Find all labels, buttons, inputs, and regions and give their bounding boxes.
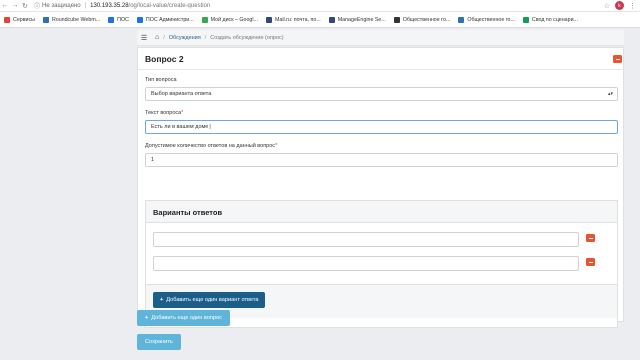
- bookmark-item[interactable]: Mail.ru: почта, по...: [265, 16, 321, 23]
- bookmark-favicon-icon: [265, 16, 272, 23]
- bookmark-favicon-icon: [4, 16, 10, 23]
- breadcrumb: ⌂ / Обсуждения / Создать обсуждение (опр…: [155, 34, 284, 41]
- page-content: ☰ ⌂ / Обсуждения / Создать обсуждение (о…: [137, 30, 625, 360]
- home-icon[interactable]: ⌂: [155, 34, 159, 41]
- bookmark-label: Общественное го...: [467, 16, 515, 23]
- save-label: Сохранить: [145, 339, 173, 345]
- address-bar[interactable]: ⓘ Не защищено | 130.193.35.28/og/local-v…: [34, 1, 210, 11]
- bookmark-favicon-icon: [201, 16, 208, 23]
- question-title: Вопрос 2: [145, 54, 184, 64]
- plus-icon: +: [145, 315, 149, 321]
- bookmark-star-icon[interactable]: ☆: [604, 2, 610, 10]
- page-topbar: ☰ ⌂ / Обсуждения / Создать обсуждение (о…: [137, 30, 624, 46]
- bookmark-favicon-icon: [42, 16, 49, 23]
- bookmark-favicon-icon: [522, 16, 529, 23]
- text-cursor: |: [209, 124, 211, 130]
- browser-toolbar: ← → ↻ ⓘ Не защищено | 130.193.35.28/og/l…: [0, 0, 640, 12]
- bookmarks-bar: Сервисы Roundcube Webm... ПОС ПОС Администр…: [0, 12, 640, 28]
- answers-title: Варианты ответов: [153, 208, 223, 217]
- save-button[interactable]: Сохранить: [137, 334, 181, 350]
- bookmark-item[interactable]: ManageEngine Se...: [328, 16, 386, 23]
- reload-icon[interactable]: ↻: [20, 0, 30, 12]
- bookmark-label: Mail.ru: почта, по...: [274, 16, 321, 23]
- bookmark-item[interactable]: Мой диск – Googl...: [201, 16, 258, 23]
- bookmark-favicon-icon: [458, 16, 465, 23]
- question-type-value: Выбор варианта ответа: [151, 91, 212, 97]
- bookmark-item[interactable]: Общественное го...: [393, 16, 451, 23]
- question-text-label: Текст вопроса*: [145, 110, 184, 116]
- bookmark-item[interactable]: ПОС Администри...: [136, 16, 194, 23]
- answer-input-1[interactable]: [153, 232, 579, 247]
- answer-count-label: Допустимое количество ответов на данный …: [145, 143, 278, 149]
- question-text-value: Есть ли в вашем доме: [151, 124, 209, 130]
- remove-answer-2-button[interactable]: [586, 258, 595, 266]
- info-icon: ⓘ: [34, 4, 41, 10]
- bookmark-label: Roundcube Webm...: [51, 16, 101, 23]
- breadcrumb-link[interactable]: Обсуждения: [169, 35, 201, 41]
- url-path: /og/local-value/create-question: [128, 2, 211, 9]
- add-question-label: Добавить еще один вопрос: [151, 315, 222, 321]
- plus-icon: +: [160, 297, 164, 303]
- bookmark-item[interactable]: Свод по сценари...: [522, 16, 578, 23]
- bookmark-favicon-icon: [108, 16, 115, 23]
- question-type-select[interactable]: Выбор варианта ответа ▴▾: [145, 87, 618, 101]
- bookmark-label: Мой диск – Googl...: [210, 16, 258, 23]
- answer-count-input[interactable]: 1: [145, 153, 618, 167]
- security-label: Не защищено: [42, 2, 81, 9]
- add-answer-label: Добавить еще один вариант ответа: [166, 297, 259, 303]
- remove-question-button[interactable]: [613, 55, 622, 63]
- hamburger-icon[interactable]: ☰: [137, 34, 151, 42]
- forward-arrow-icon[interactable]: →: [10, 0, 20, 12]
- bookmark-item[interactable]: ПОС: [108, 16, 129, 23]
- answers-panel: Варианты ответов + Добавить еще один вар…: [145, 200, 618, 328]
- bookmark-label: ManageEngine Se...: [337, 16, 386, 23]
- answer-input-2[interactable]: [153, 256, 579, 271]
- breadcrumb-current: Создать обсуждение (опрос): [210, 34, 284, 41]
- add-answer-button[interactable]: + Добавить еще один вариант ответа: [153, 292, 266, 308]
- question-card: Вопрос 2 Тип вопроса Выбор варианта отве…: [137, 47, 625, 328]
- bookmark-favicon-icon: [393, 16, 400, 23]
- bookmark-label: Свод по сценари...: [531, 16, 578, 23]
- bookmark-label: Общественное го...: [402, 16, 451, 23]
- bookmark-label: ПОС Администри...: [145, 16, 194, 23]
- bookmark-favicon-icon: [328, 16, 335, 23]
- bookmark-item[interactable]: Roundcube Webm...: [42, 16, 101, 23]
- back-arrow-icon[interactable]: ←: [0, 0, 10, 12]
- add-question-button[interactable]: + Добавить еще один вопрос: [137, 310, 230, 326]
- bookmark-favicon-icon: [136, 16, 143, 23]
- answer-count-value: 1: [151, 157, 155, 163]
- remove-answer-1-button[interactable]: [586, 234, 595, 242]
- question-type-label: Тип вопроса: [145, 77, 177, 83]
- bookmark-item[interactable]: Сервисы: [4, 16, 35, 23]
- url-host: 130.193.35.28: [90, 2, 129, 9]
- select-arrows-icon: ▴▾: [607, 91, 613, 97]
- question-text-input[interactable]: Есть ли в вашем доме |: [145, 120, 618, 134]
- bookmark-label: Сервисы: [13, 16, 35, 23]
- bookmark-item[interactable]: Общественное го...: [458, 16, 515, 23]
- url-text: 130.193.35.28/og/local-value/create-ques…: [90, 3, 210, 9]
- profile-avatar[interactable]: k: [615, 1, 624, 10]
- bookmark-label: ПОС: [117, 16, 129, 23]
- menu-icon[interactable]: ⋮: [629, 2, 636, 10]
